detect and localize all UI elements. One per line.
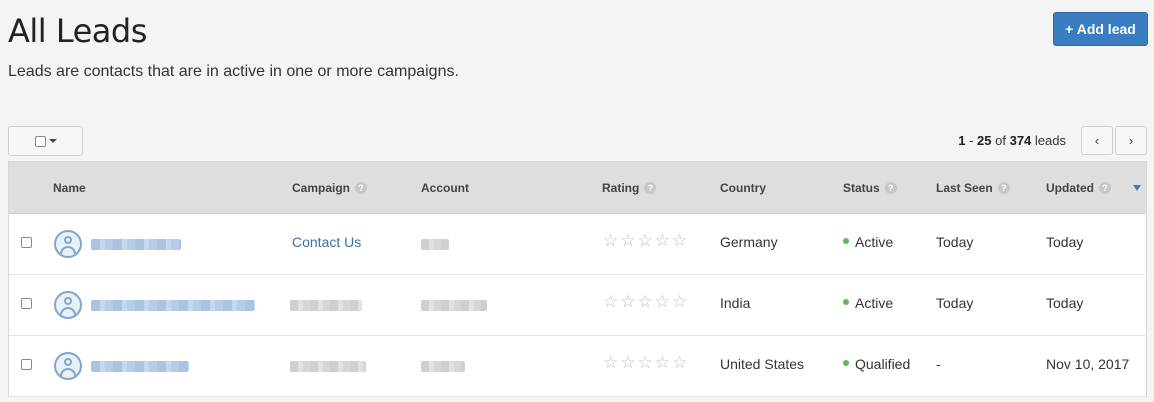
rating-stars[interactable]: ☆☆☆☆☆	[603, 231, 689, 251]
account-redacted	[421, 300, 487, 311]
status-dot-icon	[843, 360, 849, 367]
status-label: Active	[855, 295, 894, 311]
status-cell: Active	[843, 295, 893, 311]
country-cell: Germany	[720, 234, 778, 250]
lead-name-link-redacted[interactable]	[91, 300, 255, 311]
status-label: Active	[855, 234, 894, 250]
rating-stars[interactable]: ☆☆☆☆☆	[603, 292, 689, 312]
country-cell: India	[720, 295, 751, 311]
help-icon[interactable]: ?	[997, 182, 1010, 194]
table-row[interactable]: Contact Us ☆☆☆☆☆ Germany Active Today To…	[9, 214, 1146, 275]
total-count: 374	[1009, 133, 1032, 148]
range-separator: -	[965, 133, 978, 148]
column-label: Rating	[602, 181, 640, 195]
user-avatar-icon	[54, 291, 82, 319]
column-label: Account	[421, 181, 469, 195]
next-page-button[interactable]: ›	[1115, 126, 1147, 155]
range-end: 25	[977, 133, 992, 148]
account-redacted	[421, 239, 449, 250]
help-icon[interactable]: ?	[355, 182, 368, 194]
chevron-left-icon: ‹	[1094, 133, 1100, 148]
campaign-link[interactable]: Contact Us	[292, 234, 361, 250]
updated-cell: Today	[1046, 234, 1084, 250]
column-header-rating[interactable]: Rating?	[602, 181, 657, 195]
updated-cell: Today	[1046, 295, 1084, 311]
range-of: of	[991, 133, 1010, 148]
range-unit: leads	[1031, 133, 1066, 148]
column-label: Name	[53, 181, 86, 195]
status-cell: Active	[843, 234, 893, 250]
row-checkbox[interactable]	[21, 237, 32, 248]
help-icon[interactable]: ?	[644, 182, 657, 194]
column-header-campaign[interactable]: Campaign?	[292, 181, 368, 195]
column-header-updated[interactable]: Updated?	[1046, 181, 1111, 195]
user-avatar-icon	[54, 352, 82, 380]
country-cell: United States	[720, 356, 805, 372]
column-label: Campaign	[292, 181, 351, 195]
column-label: Country	[720, 181, 766, 195]
table-row[interactable]: ☆☆☆☆☆ United States Qualified - Nov 10, …	[9, 336, 1146, 397]
status-label: Qualified	[855, 356, 911, 372]
column-label: Last Seen	[936, 181, 993, 195]
user-avatar-icon	[54, 230, 82, 258]
chevron-right-icon: ›	[1128, 133, 1134, 148]
lead-name-link-redacted[interactable]	[91, 361, 189, 372]
last-seen-cell: Today	[936, 295, 974, 311]
campaign-redacted[interactable]	[290, 361, 366, 372]
sort-desc-icon[interactable]	[1133, 185, 1141, 191]
column-header-last-seen[interactable]: Last Seen?	[936, 181, 1010, 195]
last-seen-cell: Today	[936, 234, 974, 250]
column-header-status[interactable]: Status?	[843, 181, 897, 195]
column-header-country[interactable]: Country	[720, 181, 766, 195]
row-checkbox[interactable]	[21, 298, 32, 309]
table-row[interactable]: ☆☆☆☆☆ India Active Today Today	[9, 275, 1146, 336]
account-redacted	[421, 361, 465, 372]
lead-name-link-redacted[interactable]	[91, 239, 181, 250]
column-label: Status	[843, 181, 880, 195]
status-cell: Qualified	[843, 356, 910, 372]
caret-down-icon	[48, 139, 57, 143]
help-icon[interactable]: ?	[1099, 182, 1111, 194]
pagination-summary: 1 - 25 of 374 leads	[958, 133, 1066, 148]
column-header-account[interactable]: Account	[421, 181, 469, 195]
column-label: Updated	[1046, 181, 1094, 195]
updated-cell: Nov 10, 2017	[1046, 356, 1130, 372]
select-all-checkbox[interactable]	[34, 135, 46, 147]
add-lead-button[interactable]: + Add lead	[1053, 12, 1148, 46]
bulk-select-dropdown[interactable]	[8, 126, 83, 156]
status-dot-icon	[843, 299, 849, 306]
campaign-redacted[interactable]	[290, 300, 362, 311]
prev-page-button[interactable]: ‹	[1081, 126, 1113, 155]
column-header-name[interactable]: Name	[53, 181, 86, 195]
rating-stars[interactable]: ☆☆☆☆☆	[603, 353, 689, 373]
help-icon[interactable]: ?	[884, 182, 897, 194]
row-checkbox[interactable]	[21, 359, 32, 370]
page-title: All Leads	[8, 12, 147, 50]
page-subtitle: Leads are contacts that are in active in…	[8, 63, 459, 80]
table-header: Name Campaign? Account Rating? Country S…	[9, 162, 1146, 214]
last-seen-cell: -	[936, 356, 941, 372]
leads-table: Name Campaign? Account Rating? Country S…	[8, 161, 1147, 397]
status-dot-icon	[843, 238, 849, 245]
